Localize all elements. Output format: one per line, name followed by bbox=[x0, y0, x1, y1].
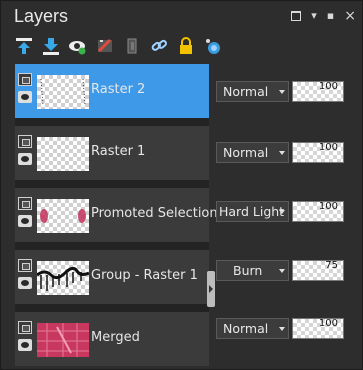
blend-mode-select[interactable]: Burn bbox=[216, 260, 289, 281]
title-controls: ▾ ▪ × bbox=[291, 9, 356, 23]
layer-type-icon bbox=[18, 197, 32, 210]
duplicate-layer-icon[interactable] bbox=[121, 35, 143, 57]
blend-mode-value: Normal bbox=[223, 84, 269, 99]
layer-icons bbox=[18, 259, 32, 289]
visibility-eye-icon[interactable] bbox=[18, 339, 32, 351]
layers-panel: Layers ▾ ▪ × Raster 2 Raster 1 Promoted … bbox=[0, 0, 363, 370]
opacity-field[interactable]: 100 bbox=[292, 81, 344, 102]
layer-row[interactable]: Raster 1 bbox=[15, 126, 209, 180]
chevron-down-icon bbox=[279, 210, 285, 214]
layer-thumbnail bbox=[37, 323, 89, 357]
layer-name: Raster 2 bbox=[91, 82, 146, 97]
dock-icon[interactable] bbox=[291, 11, 302, 21]
opacity-field[interactable]: 100 bbox=[292, 201, 344, 222]
visibility-eye-icon[interactable] bbox=[18, 277, 32, 289]
layer-thumbnail bbox=[36, 261, 90, 295]
blend-mode-select[interactable]: Normal bbox=[216, 81, 289, 102]
opacity-value: 75 bbox=[325, 260, 338, 271]
layer-icons bbox=[18, 135, 32, 165]
blend-mode-value: Normal bbox=[223, 145, 269, 160]
chevron-down-icon bbox=[279, 151, 285, 155]
close-icon[interactable]: × bbox=[344, 9, 356, 23]
layer-thumbnail bbox=[37, 199, 89, 233]
panel-splitter[interactable] bbox=[207, 271, 215, 307]
layer-icons bbox=[18, 73, 32, 103]
layer-row[interactable]: Merged bbox=[15, 312, 209, 366]
layers-list: Raster 2 Raster 1 Promoted Selection Gro… bbox=[15, 64, 218, 366]
panel-title: Layers bbox=[14, 6, 69, 26]
layer-type-icon bbox=[18, 135, 32, 148]
layer-type-icon bbox=[18, 321, 32, 334]
layer-row[interactable]: Raster 2 bbox=[15, 64, 209, 118]
layer-properties: Normal 100 Normal 100 Hard Light 100 Bur… bbox=[215, 64, 363, 366]
layer-type-icon bbox=[18, 73, 32, 86]
chevron-down-icon bbox=[279, 327, 285, 331]
blend-mode-select[interactable]: Normal bbox=[216, 318, 289, 339]
chevron-down-icon bbox=[279, 90, 285, 94]
lock-icon[interactable] bbox=[175, 35, 197, 57]
settings-icon[interactable] bbox=[202, 35, 224, 57]
blend-mode-select[interactable]: Normal bbox=[216, 142, 289, 163]
blend-mode-value: Burn bbox=[233, 263, 263, 278]
layer-type-icon bbox=[18, 259, 32, 272]
layer-name: Group - Raster 1 bbox=[91, 268, 198, 283]
visibility-eye-icon[interactable] bbox=[67, 35, 89, 57]
opacity-value: 100 bbox=[318, 142, 338, 153]
blend-mode-value: Normal bbox=[223, 321, 269, 336]
layer-thumbnail bbox=[37, 75, 89, 109]
opacity-field[interactable]: 100 bbox=[292, 318, 344, 339]
layer-icons bbox=[18, 197, 32, 227]
menu-icon[interactable]: ▪ bbox=[327, 10, 334, 22]
opacity-value: 100 bbox=[318, 201, 338, 212]
link-icon[interactable] bbox=[148, 35, 170, 57]
opacity-field[interactable]: 100 bbox=[292, 142, 344, 163]
layer-thumbnail bbox=[37, 137, 89, 171]
layer-icons bbox=[18, 321, 32, 351]
chevron-down-icon bbox=[279, 269, 285, 273]
layer-name: Merged bbox=[91, 330, 140, 345]
layer-name: Promoted Selection bbox=[91, 206, 218, 221]
panel-titlebar[interactable]: Layers ▾ ▪ × bbox=[1, 1, 362, 31]
visibility-eye-icon[interactable] bbox=[18, 91, 32, 103]
new-adjustment-layer-icon[interactable] bbox=[40, 35, 62, 57]
pin-icon[interactable]: ▾ bbox=[311, 10, 317, 22]
layer-row[interactable]: Group - Raster 1 bbox=[15, 250, 209, 304]
mask-icon[interactable] bbox=[94, 35, 116, 57]
opacity-field[interactable]: 75 bbox=[292, 260, 344, 281]
opacity-value: 100 bbox=[318, 318, 338, 329]
opacity-value: 100 bbox=[318, 81, 338, 92]
layer-row[interactable]: Promoted Selection bbox=[15, 188, 218, 242]
visibility-eye-icon[interactable] bbox=[18, 215, 32, 227]
visibility-eye-icon[interactable] bbox=[18, 153, 32, 165]
blend-mode-select[interactable]: Hard Light bbox=[216, 201, 289, 222]
blend-mode-value: Hard Light bbox=[219, 204, 285, 219]
layers-toolbar bbox=[13, 35, 229, 57]
layer-name: Raster 1 bbox=[91, 144, 146, 159]
new-raster-layer-icon[interactable] bbox=[13, 35, 35, 57]
